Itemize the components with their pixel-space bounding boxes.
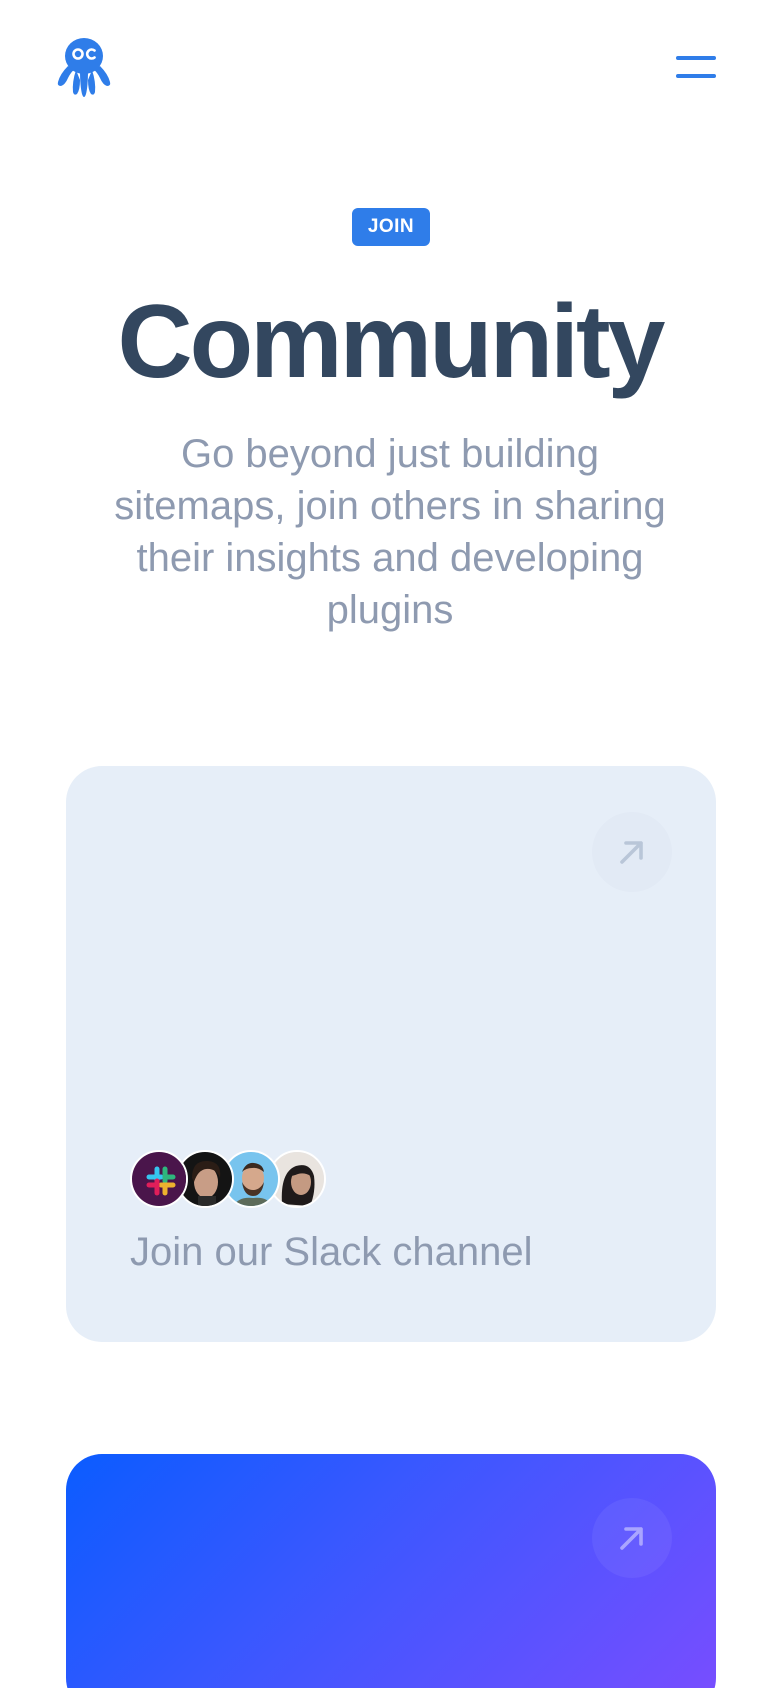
- slack-channel-card[interactable]: Join our Slack channel: [66, 766, 716, 1342]
- community-card[interactable]: [66, 1454, 716, 1688]
- arrow-up-right-icon: [592, 812, 672, 892]
- slack-logo-icon: [130, 1150, 188, 1208]
- page: JOIN Community Go beyond just building s…: [0, 0, 780, 1688]
- menu-line: [676, 74, 716, 78]
- member-avatars: [130, 1150, 330, 1208]
- menu-line: [676, 56, 716, 60]
- page-title: Community: [117, 284, 666, 400]
- join-badge: JOIN: [352, 208, 430, 246]
- page-subtitle: Go beyond just building sitemaps, join o…: [114, 432, 666, 632]
- arrow-up-right-icon: [592, 1498, 672, 1578]
- octopus-logo-icon[interactable]: [56, 36, 112, 100]
- menu-button[interactable]: [672, 52, 718, 82]
- slack-channel-label: Join our Slack channel: [130, 1230, 533, 1274]
